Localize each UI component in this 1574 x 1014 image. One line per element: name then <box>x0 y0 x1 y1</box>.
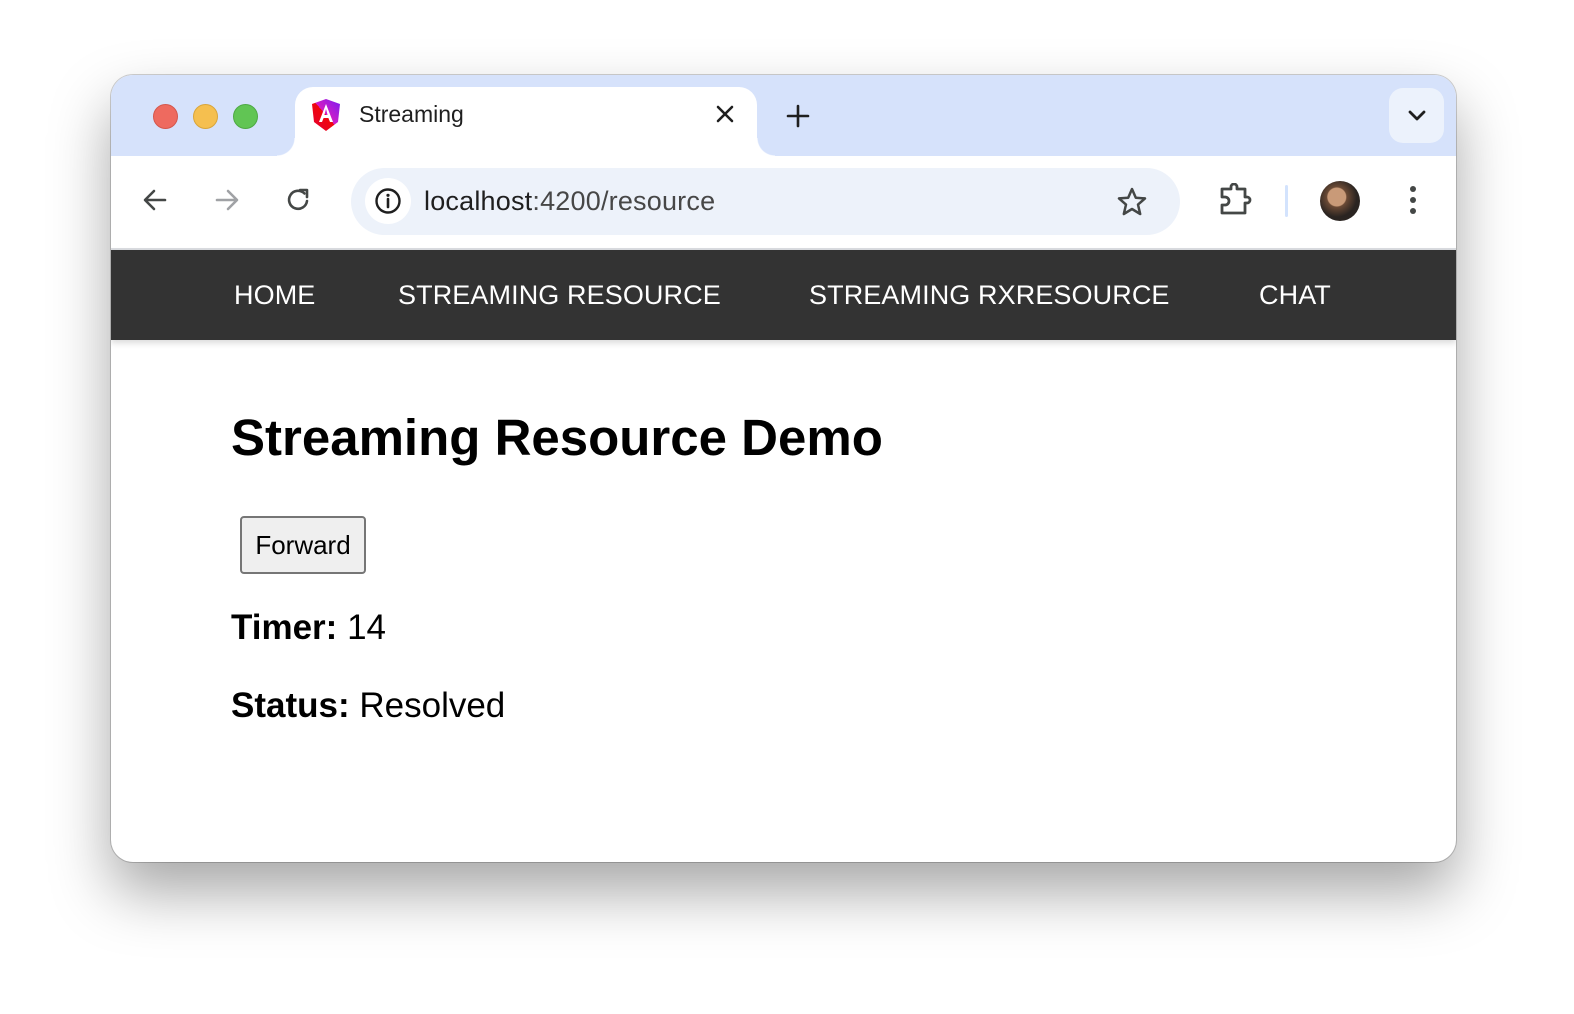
info-icon[interactable] <box>365 178 411 224</box>
page-title: Streaming Resource Demo <box>231 409 883 466</box>
url-text[interactable]: localhost:4200/resource <box>424 186 715 217</box>
address-bar[interactable]: localhost:4200/resource <box>351 168 1180 235</box>
nav-link-home[interactable]: HOME <box>234 280 315 311</box>
nav-link-chat[interactable]: CHAT <box>1259 280 1331 311</box>
forward-button[interactable]: Forward <box>240 516 366 574</box>
nav-link-streaming-resource[interactable]: STREAMING RESOURCE <box>398 280 721 311</box>
status-value: Resolved <box>359 686 506 725</box>
avatar[interactable] <box>1320 181 1360 221</box>
chevron-down-icon[interactable] <box>1389 88 1444 143</box>
close-icon[interactable] <box>708 97 742 131</box>
angular-logo-icon <box>309 98 343 132</box>
browser-tab-active[interactable]: Streaming <box>277 87 775 156</box>
nav-link-streaming-rxresource[interactable]: STREAMING RXRESOURCE <box>809 280 1170 311</box>
arrow-left-icon[interactable] <box>135 180 175 220</box>
timer-row: Timer: 14 <box>231 608 386 648</box>
status-label: Status: <box>231 686 350 725</box>
puzzle-icon[interactable] <box>1215 180 1255 220</box>
url-host: localhost <box>424 186 533 216</box>
url-path: :4200/resource <box>532 186 716 216</box>
browser-toolbar: localhost:4200/resource <box>111 156 1456 250</box>
more-vertical-icon[interactable] <box>1393 180 1433 220</box>
arrow-right-icon[interactable] <box>207 180 247 220</box>
browser-window: Streaming localhost:4200/resource HOME S… <box>111 75 1456 862</box>
close-window-button[interactable] <box>153 104 178 129</box>
star-icon[interactable] <box>1112 182 1152 222</box>
tab-title: Streaming <box>359 101 464 127</box>
tab-strip: Streaming <box>111 75 1456 156</box>
minimize-window-button[interactable] <box>193 104 218 129</box>
status-row: Status: Resolved <box>231 686 505 726</box>
site-navbar: HOME STREAMING RESOURCE STREAMING RXRESO… <box>111 250 1456 340</box>
timer-label: Timer: <box>231 608 338 647</box>
maximize-window-button[interactable] <box>233 104 258 129</box>
plus-icon[interactable] <box>779 97 817 135</box>
toolbar-divider <box>1285 185 1288 217</box>
timer-value: 14 <box>347 608 387 647</box>
reload-icon[interactable] <box>279 180 319 220</box>
